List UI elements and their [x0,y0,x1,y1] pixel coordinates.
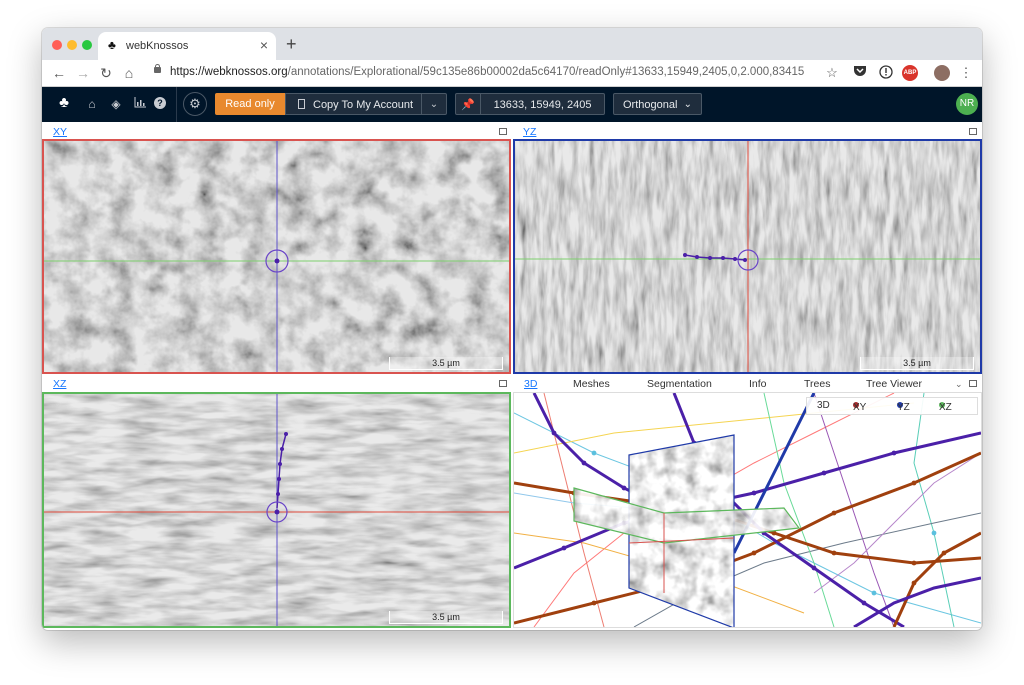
read-only-button[interactable]: Read only [215,93,285,115]
browser-menu-icon[interactable]: ⋮ [958,65,974,81]
copy-to-account-button[interactable]: Copy To My Account [285,93,422,115]
datasets-icon[interactable]: ◈ [108,96,124,112]
maximize-yz-icon[interactable] [969,128,977,135]
tab-trees[interactable]: Trees [804,378,830,390]
copy-label: Copy To My Account [313,99,414,111]
address-bar: ← → ↻ ⌂ https://webknossos.org/annotatio… [42,60,982,87]
app-navbar: ♣ ⌂ ◈ ? ⚙ Read only Copy To My Account ⌄… [42,87,982,122]
copy-dropdown-chevron-icon[interactable]: ⌄ [421,93,447,115]
em-image-xz [44,394,509,626]
browser-window: ♣ webKnossos × + ← → ↻ ⌂ https://webknos… [42,28,982,630]
dashboard-home-icon[interactable]: ⌂ [84,96,100,112]
viewport-xy[interactable]: 3.5 µm [42,139,511,374]
profile-avatar-icon[interactable] [934,65,950,81]
webknossos-logo-icon[interactable]: ♣ [56,95,72,111]
maximize-3d-icon[interactable] [969,380,977,387]
scale-bar-xy: 3.5 µm [389,357,503,370]
pocket-icon[interactable] [852,65,868,81]
pushpin-icon[interactable]: 📌 [455,93,481,115]
viewport-xz[interactable]: 3.5 µm [42,392,511,628]
tab-strip: ♣ webKnossos × + [42,28,982,60]
help-icon[interactable]: ? [154,97,166,109]
info-extension-icon[interactable] [878,65,894,81]
tab-tree-viewer[interactable]: Tree Viewer [866,378,922,390]
legend-xz-label: XZ [939,402,952,413]
tab-title: webKnossos [126,40,189,52]
tabs-overflow-chevron-icon[interactable]: ⌄ [955,379,963,390]
em-image-yz [515,141,980,372]
lock-shackle-icon [155,64,160,68]
close-tab-icon[interactable]: × [260,37,268,53]
legend-3d[interactable]: 3D [817,400,830,411]
view-mode-label: Orthogonal [623,99,678,111]
tab-segmentation[interactable]: Segmentation [647,378,712,390]
minimize-window-button[interactable] [67,40,77,50]
skeleton-3d-view [514,393,981,627]
adblock-icon[interactable]: ABP [902,65,918,81]
position-input[interactable]: 13633, 15949, 2405 [480,93,605,115]
maximize-xy-icon[interactable] [499,128,507,135]
home-icon[interactable]: ⌂ [120,63,138,83]
viewport-yz[interactable]: 3.5 µm [513,139,982,374]
reload-icon[interactable]: ↻ [97,63,115,83]
legend-xy-label: XY [853,402,867,413]
close-window-button[interactable] [52,40,62,50]
maximize-xz-icon[interactable] [499,380,507,387]
url-host: https://webknossos.org [170,66,288,78]
toolbar-divider [176,87,177,122]
url-path: /annotations/Explorational/59c135e86b000… [287,66,805,78]
view-mode-select[interactable]: Orthogonal ⌄ [613,93,702,115]
webknossos-favicon-icon: ♣ [108,38,116,52]
tab-meshes[interactable]: Meshes [573,378,610,390]
tab-info[interactable]: Info [749,378,767,390]
copy-file-icon [298,99,305,109]
new-tab-button[interactable]: + [286,34,297,54]
legend-yz-label: YZ [897,402,910,413]
bookmark-star-icon[interactable]: ☆ [824,65,840,81]
settings-gear-button[interactable]: ⚙ [183,92,207,116]
back-arrow-icon[interactable]: ← [50,63,68,83]
url-text: https://webknossos.org/annotations/Explo… [170,66,804,78]
user-avatar[interactable]: NR [956,93,978,115]
em-image-xy [44,141,509,372]
forward-arrow-icon[interactable]: → [74,63,92,83]
viewport-label-yz[interactable]: YZ [523,126,536,138]
viewport-3d[interactable]: 3D XY YZ XZ [513,392,982,628]
scale-bar-xz: 3.5 µm [389,611,503,624]
statistics-icon[interactable] [132,96,148,112]
viewport-label-xy[interactable]: XY [53,126,67,138]
view-mode-chevron-icon: ⌄ [683,99,692,110]
tab-3d[interactable]: 3D [524,378,537,390]
scale-bar-yz: 3.5 µm [860,357,974,370]
viewport-label-xz[interactable]: XZ [53,378,66,390]
maximize-window-button[interactable] [82,40,92,50]
url-field[interactable]: https://webknossos.org/annotations/Explo… [146,63,836,83]
view-legend: 3D XY YZ XZ [806,397,978,415]
browser-tab[interactable]: ♣ webKnossos × [98,32,276,60]
